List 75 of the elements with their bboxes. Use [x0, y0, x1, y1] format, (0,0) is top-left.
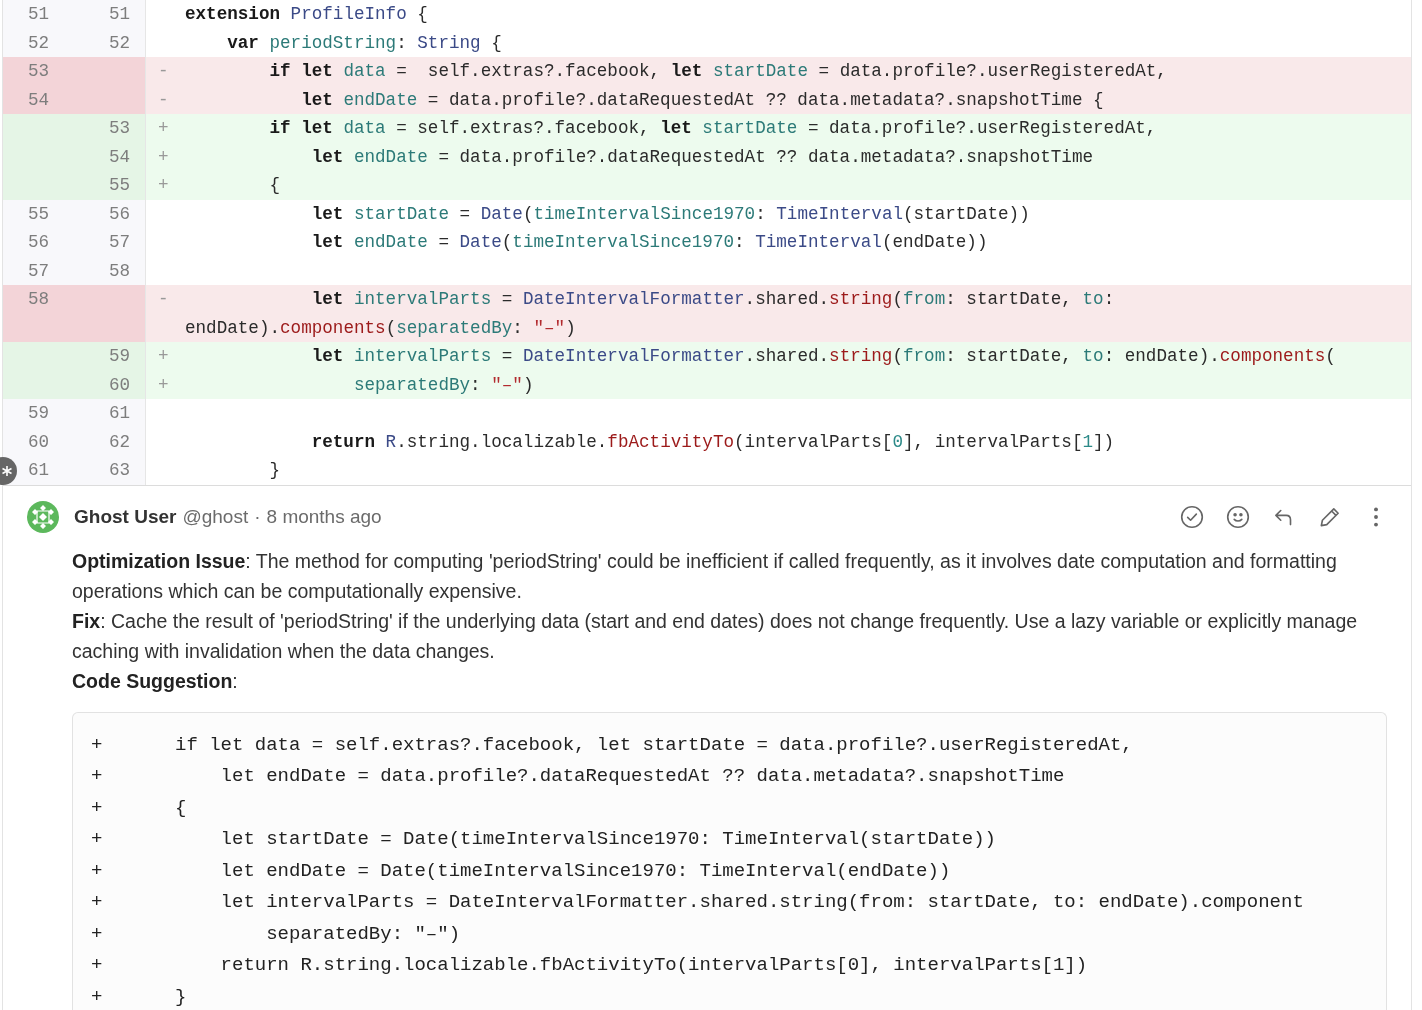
code-line: let intervalParts = DateIntervalFormatter.shared.string(from: startDate, to:: [310, 288, 1115, 311]
code-line: return R.string.localizable.fbActivityTo(intervalParts[0], intervalParts[1]): [310, 430, 1115, 454]
line-number: 52: [26, 31, 50, 55]
diff-sign: +: [90, 732, 104, 758]
code-line: endDate).components(separatedBy: "–"): [185, 316, 576, 340]
code-line: if let data = self.extras?.facebook, let startDate = data.profile?.userRegisteredAt,: [175, 732, 1133, 758]
code-line: return R.string.localizable.fbActivityTo(intervalParts[0], intervalParts[1]): [219, 953, 1088, 978]
diff-sign: +: [90, 890, 104, 915]
code-line: }: [175, 984, 187, 1010]
line-number: 59: [26, 402, 50, 425]
diff-sign: +: [157, 345, 170, 368]
line-number: 51: [26, 3, 50, 26]
code-line: {: [175, 795, 187, 821]
line-number: 51: [107, 3, 131, 26]
diff-sign: -: [157, 88, 170, 112]
code-line: separatedBy: "–"): [352, 373, 534, 397]
code-line: let endDate = data.profile?.dataRequestedAt ?? data.metadata?.snapshotTime: [219, 764, 1065, 789]
code-line: extension ProfileInfo {: [185, 3, 428, 26]
code-line: separatedBy: "–"): [265, 921, 461, 947]
line-number: 54: [26, 88, 50, 112]
code-line: if let data = self.extras?.facebook, let startDate = data.profile?.userRegisteredAt,: [268, 117, 1157, 140]
comment-paragraph: Optimization Issue: The method for computing 'periodString' could be inefficient if called frequently, as it involves date computation and formatting operations which can be computationally expensive.: [72, 548, 1338, 604]
smiley-icon[interactable]: [1225, 503, 1251, 530]
code-line: let endDate = Date(timeIntervalSince1970: TimeInterval(endDate)): [219, 858, 951, 884]
separator-dot: ·: [254, 505, 261, 528]
diff-sign: +: [157, 145, 170, 169]
code-line: let endDate = Date(timeIntervalSince1970: TimeInterval(endDate)): [310, 231, 988, 254]
line-number: 62: [107, 430, 131, 454]
line-number: 53: [107, 117, 131, 140]
diff-sign: +: [90, 858, 104, 884]
diff-sign: +: [90, 827, 104, 852]
diff-sign: +: [157, 373, 170, 397]
code-line: {: [268, 174, 281, 197]
resolve-check-icon[interactable]: [1179, 503, 1205, 530]
comment-time: 8 months ago: [266, 505, 382, 528]
code-line: let startDate = Date(timeIntervalSince1970: TimeInterval(startDate)): [310, 202, 1030, 226]
line-number: 60: [26, 430, 50, 454]
diff-sign: +: [157, 174, 170, 197]
diff-sign: +: [157, 117, 170, 140]
line-number: 57: [107, 231, 131, 254]
diff-sign: +: [90, 764, 104, 789]
author-name[interactable]: Ghost User: [74, 505, 177, 528]
line-number: 58: [107, 259, 131, 283]
diff-sign: +: [90, 921, 104, 947]
line-number: 55: [26, 202, 50, 226]
line-number: 53: [26, 60, 50, 83]
line-number: 55: [107, 174, 131, 197]
diff-sign: +: [90, 984, 104, 1010]
line-number: 63: [107, 459, 131, 482]
code-line: let startDate = Date(timeIntervalSince1970: TimeInterval(startDate)): [219, 827, 996, 852]
code-line: let endDate = data.profile?.dataRequestedAt ?? data.metadata?.snapshotTime: [310, 145, 1093, 169]
diff-sign: -: [157, 60, 170, 83]
code-line: let endDate = data.profile?.dataRequestedAt ?? data.metadata?.snapshotTime {: [300, 88, 1104, 112]
line-number: 52: [107, 31, 131, 55]
diff-sign: +: [90, 953, 104, 978]
code-line: let intervalParts = DateIntervalFormatter.shared.string(from: startDate, to: endDate).components(: [310, 345, 1336, 368]
line-number: 54: [107, 145, 131, 169]
line-number: 57: [26, 259, 50, 283]
avatar-icon: [26, 499, 60, 534]
line-number: 56: [107, 202, 131, 226]
line-number: 56: [26, 231, 50, 254]
code-line: var periodString: String {: [226, 31, 502, 55]
line-number: 58: [26, 288, 50, 311]
code-line: }: [268, 459, 281, 482]
diff-sign: -: [157, 288, 170, 311]
comment-paragraph: Fix: Cache the result of 'periodString' if the underlying data (start and end dates) does not change frequently. Use a lazy variable or explicitly manage caching with invalidation when the data changes.: [72, 608, 1359, 664]
diff-sign: +: [90, 795, 104, 821]
line-number: 60: [107, 373, 131, 397]
line-number: 61: [107, 402, 131, 425]
line-number: 61: [26, 459, 50, 482]
code-line: if let data = self.extras?.facebook, let startDate = data.profile?.userRegisteredAt,: [268, 60, 1167, 83]
comment-paragraph: Code Suggestion:: [72, 668, 239, 694]
code-line: let intervalParts = DateIntervalFormatter.shared.string(from: startDate, to: endDate).component: [219, 890, 1304, 915]
line-number: 59: [107, 345, 131, 368]
author-handle: @ghost: [182, 505, 249, 528]
